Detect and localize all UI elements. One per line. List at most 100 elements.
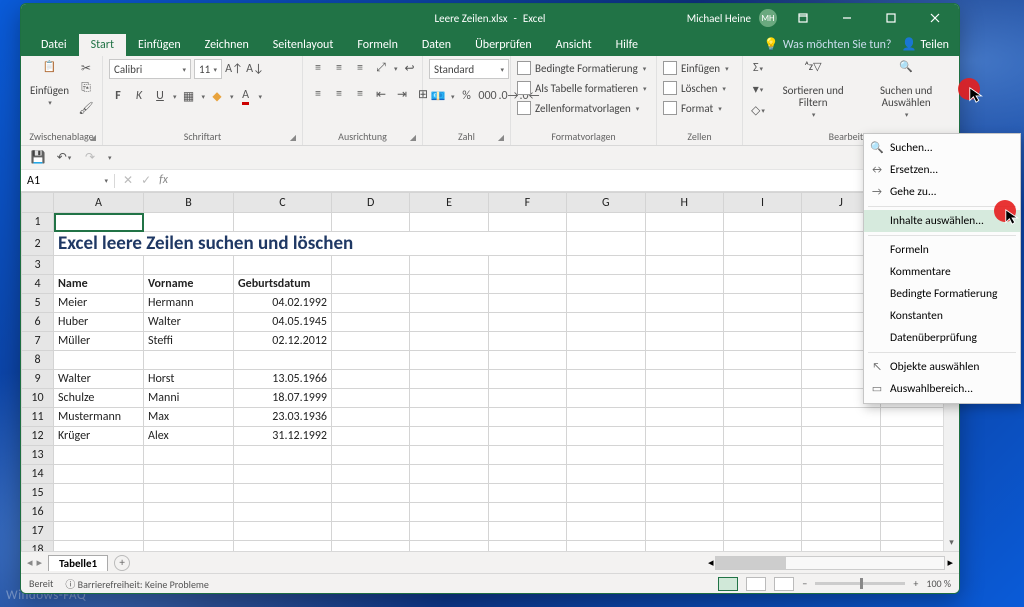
cell-D1[interactable] [332,213,410,232]
cell-E15[interactable] [410,484,488,503]
cell-D11[interactable] [332,408,410,427]
cell-C6[interactable]: 04.05.1945 [234,313,332,332]
cell-styles-button[interactable]: Zellenformatvorlagen ▾ [517,99,647,117]
wrap-text-button[interactable]: ↩ [401,59,419,77]
cell-D12[interactable] [332,427,410,446]
qat-customize[interactable]: ▾ [108,153,112,162]
row-header-17[interactable]: 17 [22,522,54,541]
status-accessibility[interactable]: ⓘ Barrierefreiheit: Keine Probleme [65,576,209,591]
cell-G1[interactable] [567,213,645,232]
ribbon-display-options[interactable] [785,4,821,32]
new-sheet-button[interactable]: + [114,555,130,571]
fill-color-button[interactable]: ◆ [208,87,226,105]
row-header-9[interactable]: 9 [22,370,54,389]
tab-ansicht[interactable]: Ansicht [544,34,604,56]
cell-G3[interactable] [567,256,645,275]
format-as-table-button[interactable]: Als Tabelle formatieren ▾ [517,79,647,97]
cell-E7[interactable] [410,332,488,351]
cell-F4[interactable] [488,275,566,294]
cell-J15[interactable] [802,484,880,503]
cell-I18[interactable] [723,541,801,552]
cell-I13[interactable] [723,446,801,465]
column-header-D[interactable]: D [332,193,410,213]
column-header-A[interactable]: A [54,193,144,213]
cell-E9[interactable] [410,370,488,389]
menu-item-kommentare[interactable]: Kommentare [864,261,1020,283]
font-color-button[interactable]: A [237,87,255,105]
zoom-in-button[interactable]: + [913,577,918,590]
cell-E13[interactable] [410,446,488,465]
row-header-15[interactable]: 15 [22,484,54,503]
comma-button[interactable]: 000 [479,87,497,105]
paste-button[interactable]: 📋 Einfügen▾ [27,59,72,109]
cell-F7[interactable] [488,332,566,351]
name-box[interactable]: A1▾ [21,174,115,188]
cell-A6[interactable]: Huber [54,313,144,332]
minimize-button[interactable] [829,4,865,32]
cell-B12[interactable]: Alex [144,427,234,446]
cell-F12[interactable] [488,427,566,446]
cell-I11[interactable] [723,408,801,427]
cell-D16[interactable] [332,503,410,522]
cell-D7[interactable] [332,332,410,351]
cell-C4[interactable]: Geburtsdatum [234,275,332,294]
cell-A12[interactable]: Krüger [54,427,144,446]
cell-F11[interactable] [488,408,566,427]
cell-I3[interactable] [723,256,801,275]
cell-E16[interactable] [410,503,488,522]
cell-H6[interactable] [645,313,723,332]
cell-H12[interactable] [645,427,723,446]
cell-E1[interactable] [410,213,488,232]
menu-item-bedingte-formatierung[interactable]: Bedingte Formatierung [864,283,1020,305]
font-size-selector[interactable]: 11▾ [194,59,222,79]
menu-item-formeln[interactable]: Formeln [864,239,1020,261]
cell-J12[interactable] [802,427,880,446]
cell-B18[interactable] [144,541,234,552]
cell-A16[interactable] [54,503,144,522]
cell-H1[interactable] [645,213,723,232]
cell-H7[interactable] [645,332,723,351]
align-left-button[interactable]: ≡ [309,85,327,103]
cell-A10[interactable]: Schulze [54,389,144,408]
cell-C16[interactable] [234,503,332,522]
cell-E12[interactable] [410,427,488,446]
sheet-tab-tabelle1[interactable]: Tabelle1 [48,555,108,571]
cell-A11[interactable]: Mustermann [54,408,144,427]
zoom-out-button[interactable]: − [802,577,807,590]
cell-D15[interactable] [332,484,410,503]
cell-I10[interactable] [723,389,801,408]
cell-D14[interactable] [332,465,410,484]
cell-C12[interactable]: 31.12.1992 [234,427,332,446]
cell-F17[interactable] [488,522,566,541]
cell-G8[interactable] [567,351,645,370]
cell-H15[interactable] [645,484,723,503]
cell-J17[interactable] [802,522,880,541]
cell-B5[interactable]: Hermann [144,294,234,313]
copy-button[interactable]: ⎘ [76,79,96,97]
cell-E18[interactable] [410,541,488,552]
find-select-button[interactable]: 🔍 Suchen und Auswählen▾ [859,59,953,121]
column-header-B[interactable]: B [144,193,234,213]
menu-item-konstanten[interactable]: Konstanten [864,305,1020,327]
view-page-break-button[interactable] [774,577,794,591]
cell-D18[interactable] [332,541,410,552]
close-button[interactable] [917,4,953,32]
hscroll-right[interactable]: ▸ [947,556,953,569]
tell-me-search[interactable]: 💡 Was möchten Sie tun? [764,37,892,52]
cell-G6[interactable] [567,313,645,332]
menu-item-daten-berpr-fung[interactable]: Datenüberprüfung [864,327,1020,349]
share-button[interactable]: 👤 Teilen [902,37,950,52]
menu-item-objekte-ausw-hlen[interactable]: ↖Objekte auswählen [864,356,1020,378]
cell-B10[interactable]: Manni [144,389,234,408]
cell-F14[interactable] [488,465,566,484]
cell-H18[interactable] [645,541,723,552]
cell-B17[interactable] [144,522,234,541]
sort-filter-button[interactable]: ᴬz▽ Sortieren und Filtern▾ [771,59,855,121]
cell-I2[interactable] [723,232,801,256]
row-header-12[interactable]: 12 [22,427,54,446]
cell-D8[interactable] [332,351,410,370]
cell-G15[interactable] [567,484,645,503]
cell-I7[interactable] [723,332,801,351]
cell-H8[interactable] [645,351,723,370]
cell-B14[interactable] [144,465,234,484]
